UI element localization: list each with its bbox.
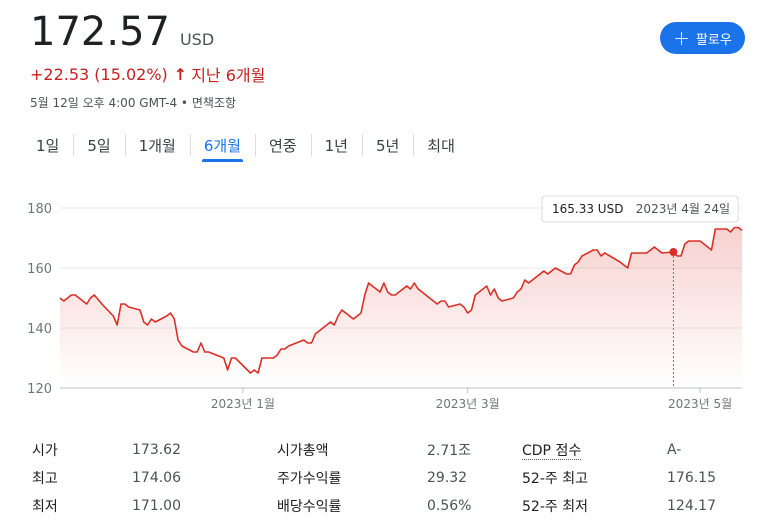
x-tick-label: 2023년 3월 — [436, 397, 500, 411]
stat-label: 주가수익률 — [277, 471, 342, 487]
current-price: 172.57 — [30, 9, 170, 55]
stat-value: 174.06 — [132, 470, 181, 486]
tab-1y[interactable]: 1년 — [310, 130, 362, 160]
range-tabs: 1일 5일 1개월 6개월 연중 1년 5년 최대 — [22, 130, 469, 162]
tab-6m[interactable]: 6개월 — [189, 130, 255, 162]
stat-label: 52-주 최저 — [522, 499, 588, 515]
stat-label: 52-주 최고 — [522, 471, 588, 487]
tab-5y[interactable]: 5년 — [361, 130, 413, 160]
y-tick-label: 140 — [27, 322, 52, 337]
stats-row: 최고 174.06 주가수익률 29.32 52-주 최고 176.15 — [32, 464, 747, 492]
stat-label: 시가 — [32, 443, 58, 459]
stat-label: 배당수익률 — [277, 499, 342, 515]
highlight-dot — [669, 248, 678, 257]
tab-1m[interactable]: 1개월 — [124, 130, 190, 160]
change-value: +22.53 (15.02%) — [30, 64, 168, 84]
change-period: 지난 6개월 — [191, 66, 266, 85]
follow-button[interactable]: + 팔로우 — [660, 22, 745, 54]
y-tick-label: 160 — [27, 262, 52, 277]
tab-label: 5일 — [87, 136, 111, 155]
tab-label: 최대 — [427, 136, 455, 155]
stat-value: 124.17 — [667, 498, 716, 514]
price-change: +22.53 (15.02%) ↑ 지난 6개월 — [30, 62, 265, 86]
stat-value: 0.56% — [427, 498, 472, 514]
stat-value: 171.00 — [132, 498, 181, 514]
stats-table: 시가 173.62 시가총액 2.71조 CDP 점수 A- 최고 174.06… — [32, 436, 747, 520]
tab-5d[interactable]: 5일 — [73, 130, 124, 160]
currency: USD — [179, 30, 215, 49]
stat-value: 2.71조 — [427, 443, 472, 459]
price-chart[interactable]: 120 140 160 180 2023년 1월 2023년 3월 2023년 5월 165.… — [0, 180, 770, 420]
y-tick-label: 180 — [27, 202, 52, 217]
cdp-score-link[interactable]: CDP 점수 — [522, 443, 582, 460]
follow-label: 팔로우 — [695, 32, 732, 48]
stat-label: 시가총액 — [277, 443, 329, 459]
tooltip-value: 165.33 USD — [552, 202, 623, 216]
stats-row: 최저 171.00 배당수익률 0.56% 52-주 최저 124.17 — [32, 492, 747, 520]
tab-label: 6개월 — [203, 136, 241, 155]
tab-label: 연중 — [269, 136, 297, 155]
price-header: 172.57 USD — [30, 8, 214, 56]
price-area — [60, 227, 742, 388]
arrow-up-icon: ↑ — [173, 64, 188, 84]
tab-label: 1년 — [324, 136, 348, 155]
timestamp-disclaimer: 5월 12일 오후 4:00 GMT-4 • 면책조항 — [30, 96, 236, 110]
x-tick-label: 2023년 1월 — [211, 397, 275, 411]
tab-1d[interactable]: 1일 — [22, 130, 73, 160]
stats-row: 시가 173.62 시가총액 2.71조 CDP 점수 A- — [32, 436, 747, 464]
y-tick-label: 120 — [27, 382, 52, 397]
stat-label: 최저 — [32, 499, 58, 515]
tooltip-date: 2023년 4월 24일 — [636, 202, 730, 216]
stat-value: 176.15 — [667, 470, 716, 486]
stat-value: A- — [667, 442, 682, 458]
tab-label: 1일 — [36, 136, 60, 155]
plus-icon: + — [673, 26, 690, 50]
tab-max[interactable]: 최대 — [413, 130, 469, 160]
tab-label: 5년 — [375, 136, 400, 155]
tab-ytd[interactable]: 연중 — [255, 130, 311, 160]
stat-label: 최고 — [32, 471, 58, 487]
tab-label: 1개월 — [138, 136, 176, 155]
stat-value: 173.62 — [132, 442, 181, 458]
x-tick-label: 2023년 5월 — [668, 397, 732, 411]
stat-value: 29.32 — [427, 470, 468, 486]
